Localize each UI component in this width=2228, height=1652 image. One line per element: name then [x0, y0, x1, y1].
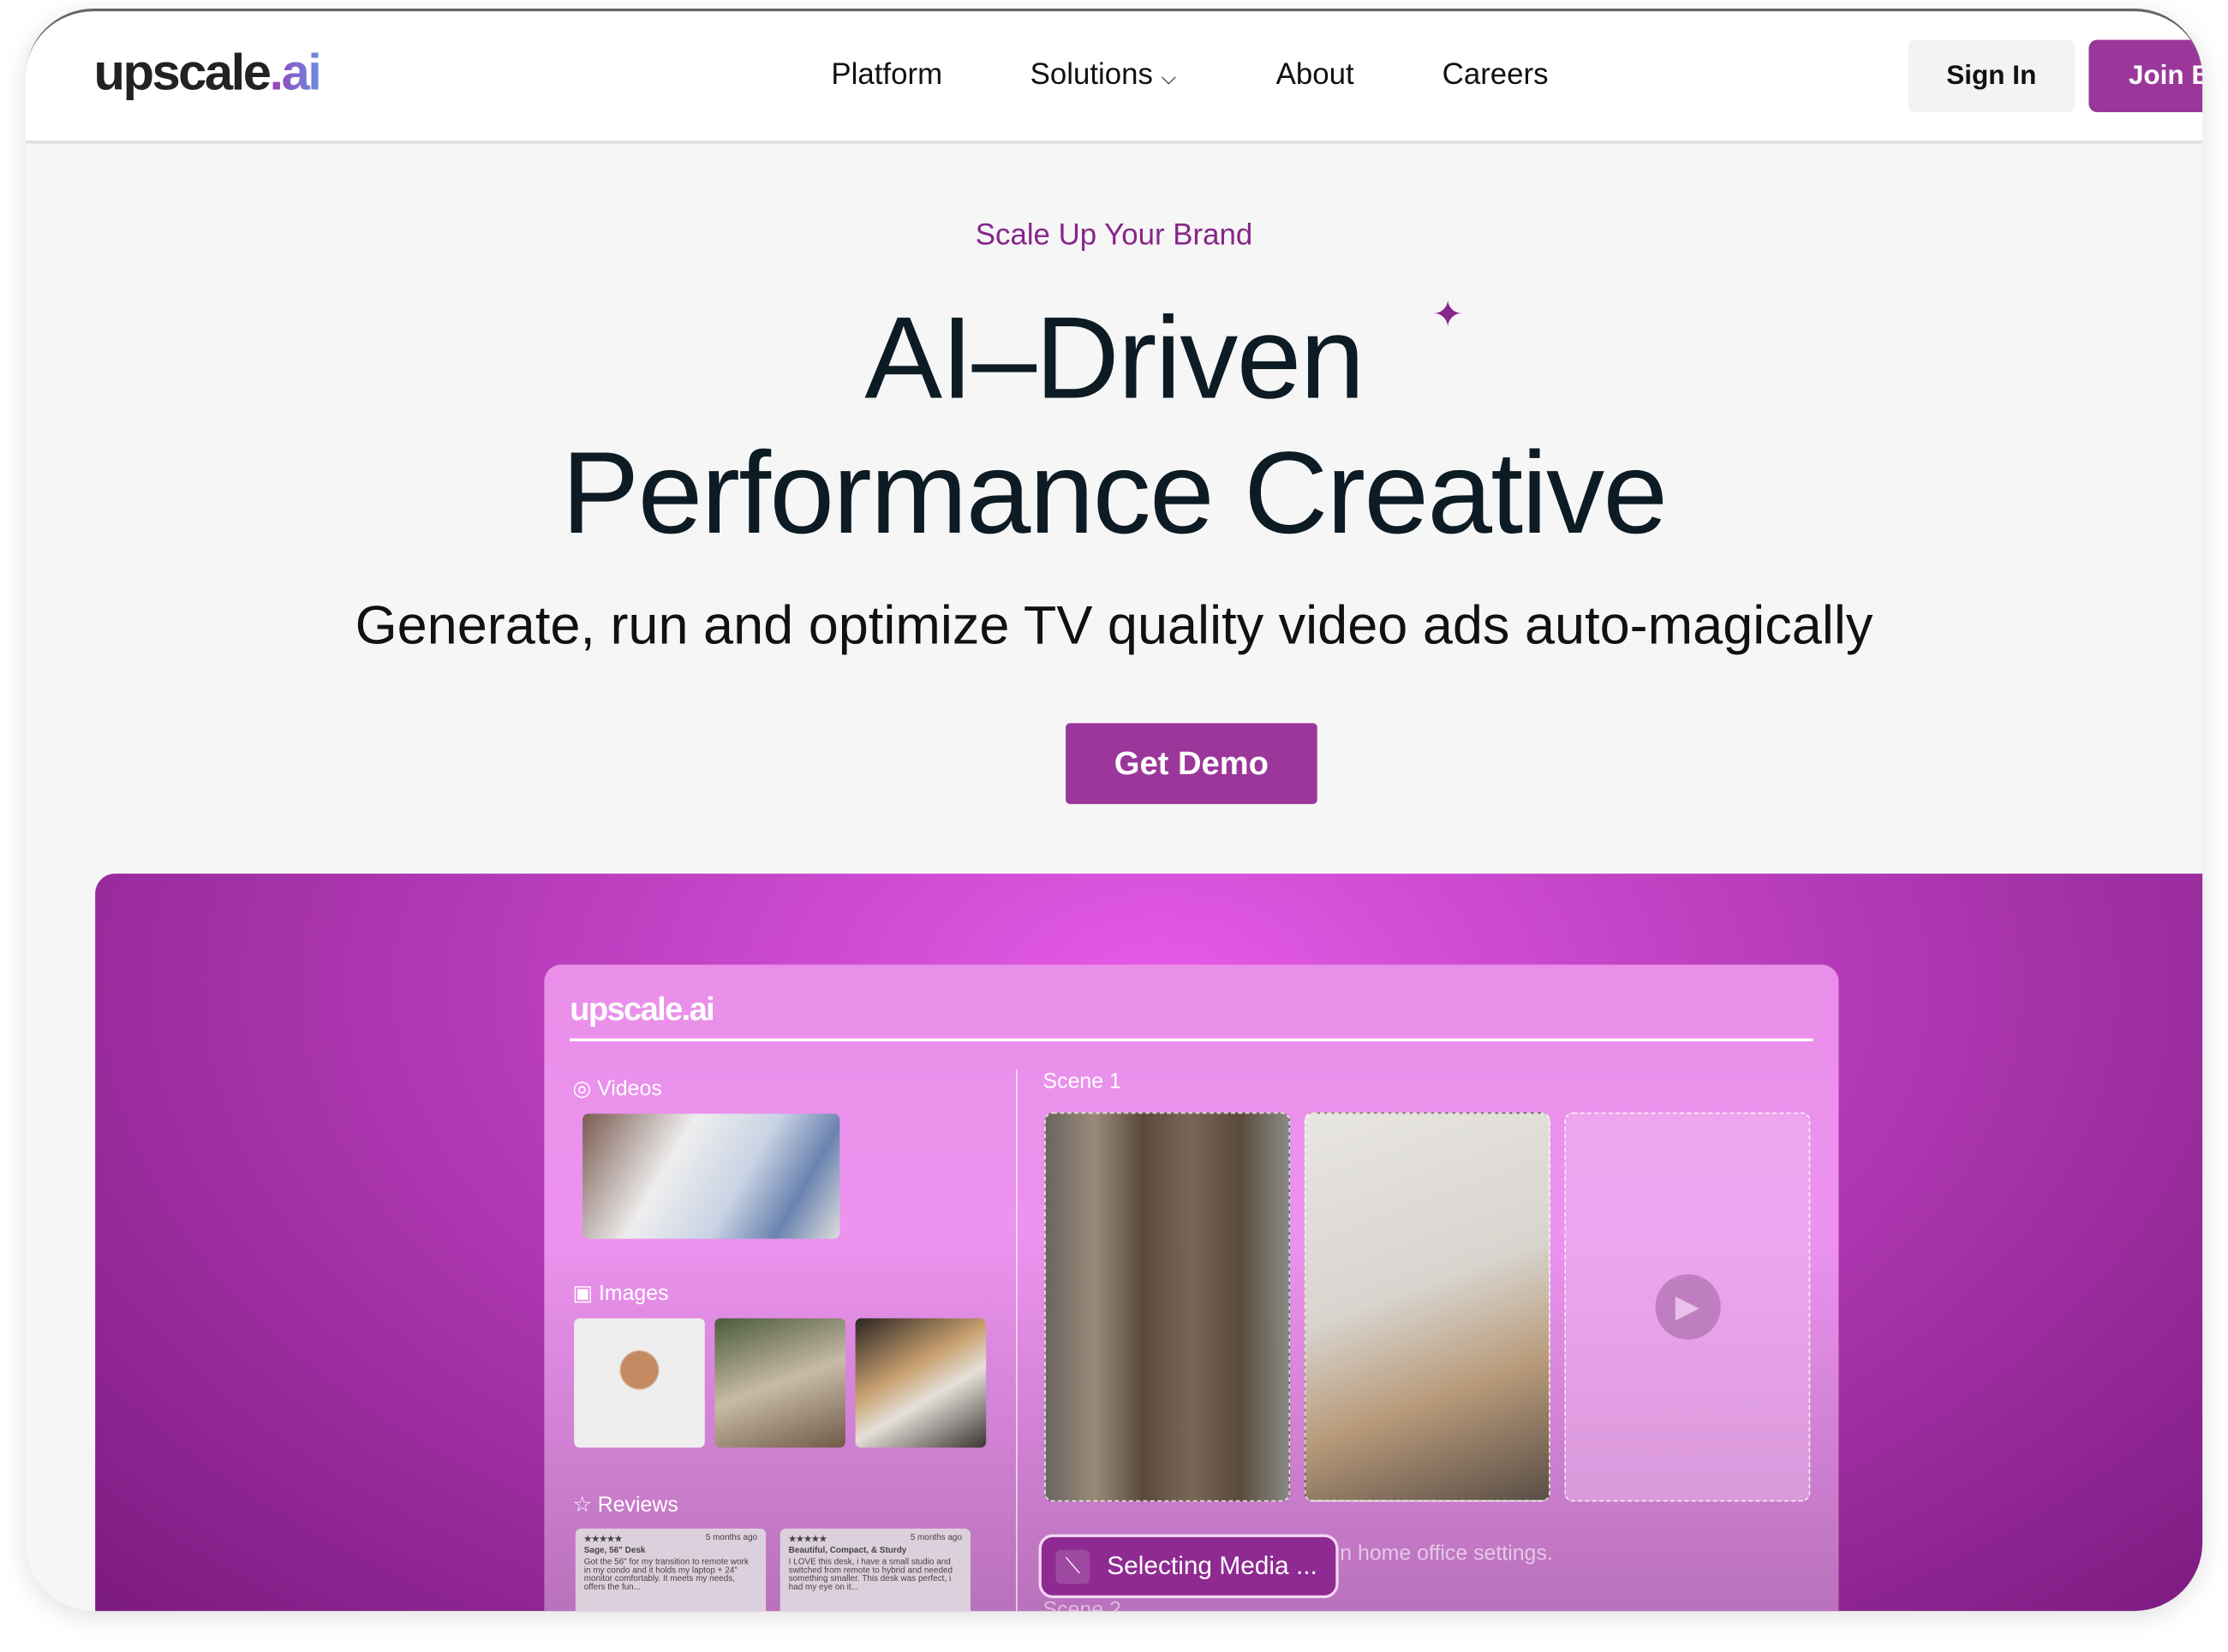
review-stars: ★★★★★ — [583, 1536, 623, 1545]
logo-text: upscale — [93, 42, 271, 101]
logo[interactable]: upscale.ai — [93, 42, 321, 103]
review-card: ★★★★★ 5 months ago Beautiful, Compact, & … — [780, 1528, 971, 1612]
review-body: I LOVE this desk, i have a small studio … — [788, 1558, 953, 1593]
magic-wand-icon: ⟍ — [1055, 1548, 1090, 1583]
scene-media-slot[interactable] — [1044, 1112, 1291, 1502]
nav-solutions[interactable]: Solutions ⌵ — [1030, 58, 1177, 92]
divider — [1016, 1070, 1018, 1612]
video-icon: ◎ — [572, 1076, 592, 1101]
scene-caption: n home office settings. — [1340, 1541, 1553, 1566]
hero-subtitle: Generate, run and optimize TV quality vi… — [355, 596, 1873, 657]
hero-eyebrow: Scale Up Your Brand — [975, 218, 1253, 252]
review-age: 5 months ago — [910, 1534, 963, 1543]
scene-1-label: Scene 1 — [1042, 1070, 1121, 1094]
nav-solutions-label: Solutions — [1030, 58, 1153, 92]
reviews-section-label: ☆ Reviews — [572, 1492, 678, 1518]
app-preview-window: upscale.ai ◎ Videos ▣ Images ☆ Reviews ★… — [544, 964, 1839, 1612]
reviews-label: Reviews — [597, 1493, 678, 1518]
nav-platform[interactable]: Platform — [831, 58, 942, 92]
hero-title-line1: AI–Driven — [864, 294, 1365, 424]
scene-media-slot-empty[interactable]: ▶ — [1564, 1112, 1811, 1502]
image-thumbnail[interactable] — [855, 1318, 987, 1448]
review-stars: ★★★★★ — [788, 1536, 827, 1545]
chevron-down-icon: ⌵ — [1161, 65, 1177, 88]
get-demo-button[interactable]: Get Demo — [1066, 723, 1317, 804]
logo-suffix: .ai — [269, 42, 321, 101]
scene-2-label: Scene 2 — [1042, 1598, 1121, 1612]
join-button[interactable]: Join B — [2088, 39, 2203, 113]
image-icon: ▣ — [572, 1281, 594, 1306]
divider — [570, 1038, 1813, 1041]
review-card: ★★★★★ 5 months ago Sage, 56" Desk Got the … — [575, 1528, 767, 1612]
videos-section-label: ◎ Videos — [572, 1076, 662, 1101]
hero-title-line2: Performance Creative — [561, 428, 1668, 558]
images-label: Images — [598, 1281, 669, 1306]
video-thumbnail[interactable] — [582, 1113, 840, 1239]
image-thumbnail[interactable] — [574, 1318, 705, 1448]
nav-careers[interactable]: Careers — [1443, 58, 1549, 92]
star-icon: ☆ — [572, 1493, 592, 1518]
videos-label: Videos — [597, 1076, 662, 1101]
review-body: Got the 56" for my transition to remote … — [583, 1558, 749, 1593]
scene-media-slot[interactable] — [1304, 1112, 1550, 1502]
browser-page: upscale.ai Platform Solutions ⌵ About Ca… — [25, 8, 2203, 1612]
review-age: 5 months ago — [705, 1534, 758, 1543]
sign-in-button[interactable]: Sign In — [1908, 39, 2075, 113]
images-section-label: ▣ Images — [572, 1280, 669, 1306]
selecting-media-status: ⟍ Selecting Media ... — [1038, 1534, 1339, 1599]
status-text: Selecting Media ... — [1107, 1551, 1317, 1580]
review-title: Sage, 56" Desk — [583, 1547, 646, 1556]
review-title: Beautiful, Compact, & Sturdy — [788, 1547, 907, 1556]
play-icon[interactable]: ▶ — [1654, 1273, 1720, 1340]
image-thumbnail[interactable] — [714, 1318, 845, 1448]
site-header: upscale.ai Platform Solutions ⌵ About Ca… — [25, 11, 2203, 144]
preview-logo: upscale.ai — [570, 990, 715, 1028]
sparkle-icon: ✦ — [1432, 292, 1464, 336]
product-preview: upscale.ai ◎ Videos ▣ Images ☆ Reviews ★… — [95, 874, 2203, 1612]
nav-about[interactable]: About — [1276, 58, 1354, 92]
